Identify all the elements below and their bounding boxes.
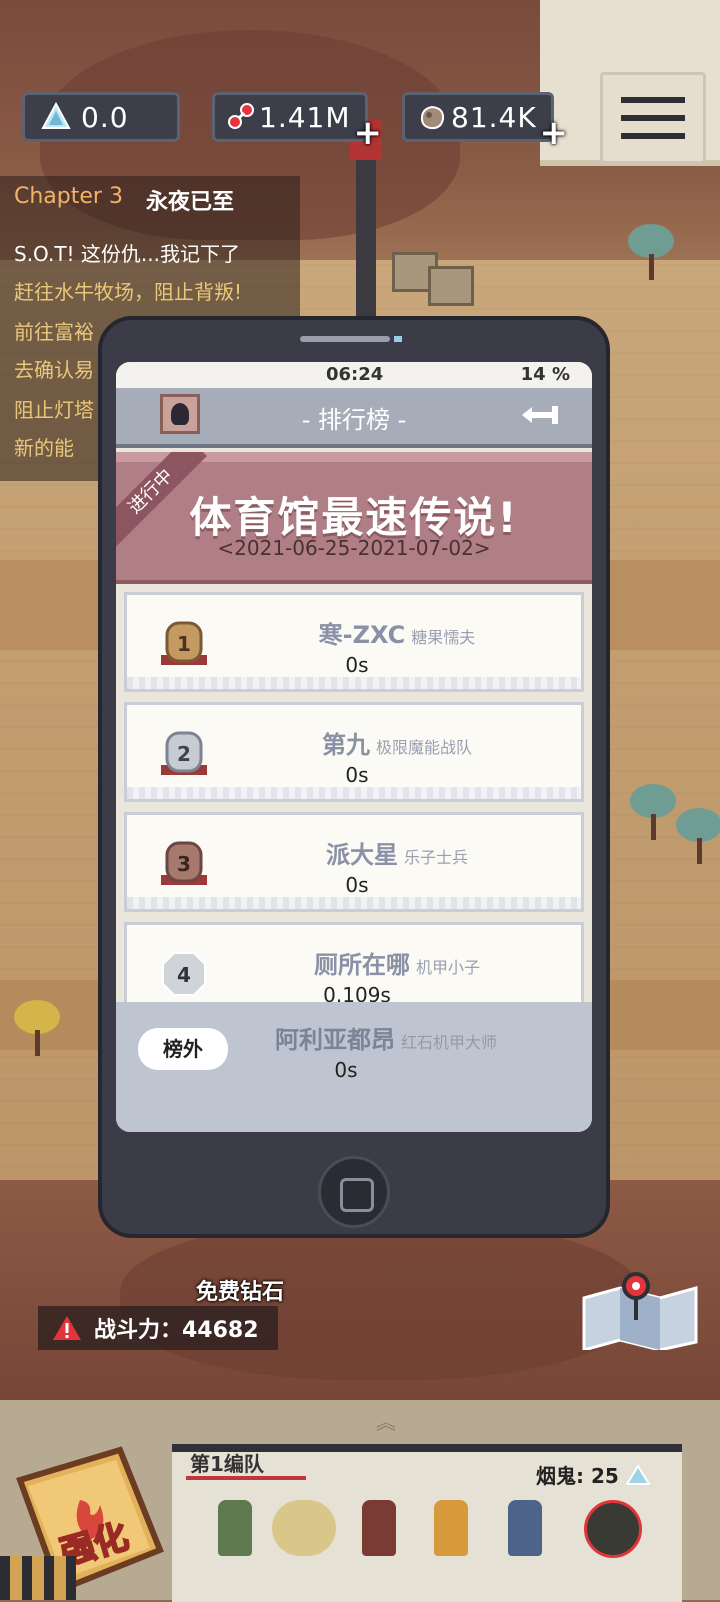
ore-value: 81.4K	[451, 100, 537, 134]
player-team: 乐子士兵	[403, 848, 468, 867]
player-name: 派大星	[325, 841, 398, 869]
bronze-medal-icon: 3	[161, 841, 207, 885]
rank-number: 4	[177, 963, 191, 987]
squad-unit[interactable]	[218, 1500, 252, 1556]
smoker-value: 烟鬼: 25	[536, 1464, 619, 1488]
smoker-counter: 烟鬼: 25	[536, 1460, 651, 1489]
chapter-label: Chapter 3	[14, 184, 123, 209]
rank-octagon-icon: 4	[162, 952, 206, 996]
my-player-score: 0s	[334, 1058, 358, 1082]
player-score: 0s	[345, 763, 369, 787]
player-entry: 派大星 乐子士兵	[227, 835, 567, 870]
gear-parts-icon	[228, 103, 254, 129]
crystal-value: 0.0	[81, 100, 129, 134]
status-battery: 14 %	[520, 364, 570, 385]
player-entry: 寒-ZXC 糖果懦夫	[227, 615, 567, 650]
squad-unit-selected[interactable]	[584, 1500, 642, 1558]
player-entry: 厕所在哪 机甲小子	[227, 945, 567, 980]
free-diamond-button[interactable]: 免费钻石	[196, 1274, 284, 1306]
my-player-entry: 阿利亚都昂 红石机甲大师	[216, 1020, 556, 1055]
event-dates: <2021-06-25-2021-07-02>	[217, 536, 491, 560]
expand-chevron-icon[interactable]: ︽	[376, 1406, 420, 1434]
quest-item[interactable]: 新的能	[14, 432, 74, 461]
my-rank-row[interactable]: 榜外 阿利亚都昂 红石机甲大师 0s	[116, 1002, 592, 1132]
tree	[14, 1000, 60, 1056]
leaderboard-row[interactable]: 1 寒-ZXC 糖果懦夫 0s	[124, 592, 584, 692]
phone-speaker	[300, 336, 390, 342]
quest-item[interactable]: 前往富裕	[14, 316, 94, 345]
radio-tower	[350, 120, 382, 330]
player-name: 第九	[321, 731, 370, 759]
warning-icon	[53, 1316, 81, 1340]
quest-item[interactable]: 赶往水牛牧场，阻止背叛!	[14, 276, 242, 305]
player-entry: 第九 极限魔能战队	[227, 725, 567, 760]
player-name: 厕所在哪	[313, 951, 410, 979]
combat-power-display: 战斗力：44682	[38, 1306, 278, 1350]
gold-medal-icon: 1	[161, 621, 207, 665]
leaderboard-screen: 06:24 14 % - 排行榜 - 进行中 体育馆最速传说! <2021-06…	[116, 362, 592, 1132]
ore-icon	[420, 105, 445, 130]
leaderboard-row[interactable]: 2 第九 极限魔能战队 0s	[124, 702, 584, 802]
leaderboard-header: - 排行榜 -	[116, 388, 592, 448]
player-team: 糖果懦夫	[411, 628, 476, 647]
crate	[428, 266, 474, 306]
parts-counter[interactable]: 1.41M +	[212, 92, 382, 153]
leaderboard-row[interactable]: 3 派大星 乐子士兵 0s	[124, 812, 584, 912]
tree	[630, 784, 676, 840]
menu-icon-line	[621, 115, 685, 121]
my-player-team: 红石机甲大师	[400, 1033, 497, 1052]
rank-number: 1	[177, 632, 191, 656]
menu-icon	[621, 97, 685, 103]
team-name-underline	[186, 1476, 306, 1480]
unranked-badge: 榜外	[138, 1028, 228, 1070]
chapter-title: 永夜已至	[146, 190, 235, 215]
add-parts-button[interactable]: +	[354, 113, 384, 153]
player-score: 0s	[345, 653, 369, 677]
parts-value: 1.41M	[259, 100, 351, 134]
back-arrow-icon[interactable]	[518, 402, 562, 428]
crystal-icon	[41, 102, 71, 129]
squad-unit[interactable]	[508, 1500, 542, 1556]
phone-home-button[interactable]	[318, 1156, 390, 1228]
tree	[676, 808, 720, 864]
quest-item[interactable]: 去确认易	[14, 354, 94, 383]
phone-camera-dot	[394, 336, 402, 342]
player-team: 机甲小子	[415, 958, 480, 977]
player-score: 0s	[345, 873, 369, 897]
event-banner: 进行中 体育馆最速传说! <2021-06-25-2021-07-02>	[116, 452, 592, 584]
phone-status-bar: 06:24 14 %	[116, 362, 592, 388]
squad-unit[interactable]	[434, 1500, 468, 1556]
tree	[628, 224, 674, 280]
squad-unit[interactable]	[362, 1500, 396, 1556]
combat-power-value: 战斗力：44682	[94, 1318, 259, 1343]
my-player-name: 阿利亚都昂	[274, 1026, 395, 1054]
phone-device: 06:24 14 % - 排行榜 - 进行中 体育馆最速传说! <2021-06…	[98, 316, 610, 1238]
crystal-counter[interactable]: 0.0	[22, 92, 180, 142]
quest-item[interactable]: S.O.T! 这份仇...我记下了	[14, 238, 240, 267]
crystal-icon	[624, 1464, 651, 1485]
team-name[interactable]: 第1编队	[190, 1448, 264, 1477]
player-name: 寒-ZXC	[318, 621, 406, 649]
squad-unit[interactable]	[272, 1500, 336, 1556]
menu-icon-line	[621, 133, 685, 139]
status-time: 06:24	[326, 364, 384, 385]
rank-number: 3	[177, 852, 191, 876]
add-ore-button[interactable]: +	[540, 113, 570, 153]
quest-item[interactable]: 阻止灯塔	[14, 394, 94, 423]
player-team: 极限魔能战队	[375, 738, 472, 757]
world-map-icon[interactable]	[580, 1270, 700, 1350]
rail-track	[0, 1556, 76, 1600]
menu-button[interactable]	[600, 72, 706, 164]
rank-number: 2	[177, 742, 191, 766]
silver-medal-icon: 2	[161, 731, 207, 775]
ore-counter[interactable]: 81.4K +	[402, 92, 568, 153]
